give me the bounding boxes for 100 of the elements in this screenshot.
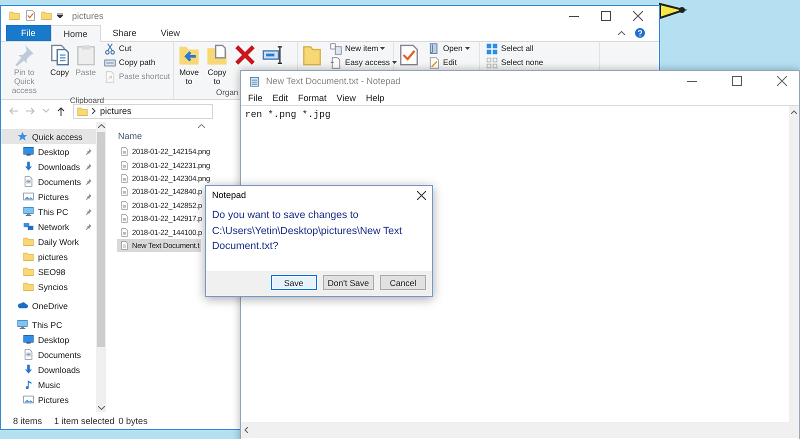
network-icon bbox=[23, 221, 34, 232]
up-arrow-icon[interactable] bbox=[57, 106, 65, 116]
nav-item[interactable]: Quick access bbox=[1, 129, 96, 144]
ribbon-button[interactable]: Open bbox=[427, 42, 471, 55]
ribbon-tab[interactable]: Share bbox=[100, 25, 149, 41]
address-bar[interactable]: pictures bbox=[73, 104, 213, 118]
monitor-icon bbox=[23, 334, 34, 345]
nav-item[interactable]: Documents bbox=[1, 174, 96, 189]
folder-icon bbox=[41, 10, 52, 21]
menu-item[interactable]: View bbox=[332, 93, 360, 103]
clipboard-icon bbox=[74, 44, 97, 66]
folder-icon bbox=[23, 281, 34, 292]
column-header[interactable]: Name bbox=[118, 131, 142, 141]
document-icon bbox=[23, 349, 34, 360]
nav-item[interactable]: Desktop bbox=[1, 332, 96, 347]
group-label: Clipboard bbox=[70, 96, 104, 105]
dialog-title: Notepad bbox=[212, 190, 246, 200]
status-text: 0 bytes bbox=[118, 416, 148, 426]
open-icon bbox=[428, 42, 440, 54]
status-text: 1 item selected bbox=[54, 416, 115, 426]
ribbon-button[interactable]: Select none bbox=[485, 56, 544, 69]
arrow-down-icon bbox=[23, 161, 34, 172]
scrollbar[interactable] bbox=[789, 106, 799, 422]
ribbon-button[interactable]: Select all bbox=[485, 42, 544, 55]
caret-icon[interactable] bbox=[57, 13, 63, 18]
folder-icon bbox=[301, 44, 323, 66]
nav-item[interactable]: pictures bbox=[1, 249, 96, 264]
dialog-button[interactable]: Save bbox=[270, 275, 317, 290]
nav-item[interactable]: SEO98 bbox=[1, 264, 96, 279]
nav-item[interactable]: Downloads bbox=[1, 159, 96, 174]
ribbon-tab[interactable]: File bbox=[6, 25, 51, 41]
rename-icon bbox=[262, 44, 284, 66]
ribbon-button[interactable]: Edit bbox=[427, 56, 471, 69]
folder-icon bbox=[23, 251, 34, 262]
nav-item[interactable]: This PC bbox=[1, 317, 96, 332]
picture-icon bbox=[23, 191, 34, 202]
nav-item[interactable]: Music bbox=[1, 377, 96, 392]
notepad-icon bbox=[249, 76, 260, 86]
nav-item[interactable]: Syncios bbox=[1, 279, 96, 294]
ribbon-button[interactable]: Move to bbox=[176, 42, 202, 87]
scrollbar[interactable] bbox=[241, 422, 799, 438]
help-icon[interactable] bbox=[635, 28, 645, 38]
scissors-icon bbox=[104, 42, 116, 54]
grid-outline-icon bbox=[486, 56, 498, 68]
scroll-left-icon[interactable] bbox=[244, 427, 248, 433]
image-file-icon bbox=[120, 214, 129, 224]
nav-item[interactable]: Documents bbox=[1, 347, 96, 362]
menu-item[interactable]: Edit bbox=[268, 93, 292, 103]
ribbon-tab[interactable]: Home bbox=[50, 25, 101, 42]
arrow-down-icon bbox=[23, 364, 34, 375]
picture-icon bbox=[23, 394, 34, 405]
scrollbar[interactable] bbox=[96, 122, 106, 412]
image-file-icon bbox=[120, 147, 129, 156]
nav-item[interactable]: OneDrive bbox=[1, 298, 96, 313]
label-icon bbox=[104, 56, 116, 68]
chevron-up-icon[interactable] bbox=[618, 31, 625, 35]
nav-item[interactable]: Network bbox=[1, 219, 96, 234]
close-icon[interactable] bbox=[777, 76, 787, 86]
menu-item[interactable]: Help bbox=[362, 93, 388, 103]
nav-item[interactable]: Desktop bbox=[1, 144, 96, 159]
folder-icon bbox=[77, 106, 88, 116]
maximize-icon[interactable] bbox=[732, 76, 742, 86]
scroll-up-icon[interactable] bbox=[98, 124, 104, 128]
checkmark-document-icon bbox=[25, 10, 36, 21]
image-file-icon bbox=[120, 200, 129, 210]
menu-item[interactable]: Format bbox=[294, 93, 331, 103]
ribbon-button[interactable]: Copy bbox=[48, 42, 72, 78]
editor-text[interactable]: ren *.png *.jpg bbox=[245, 109, 331, 120]
dialog-button[interactable]: Cancel bbox=[380, 275, 426, 290]
window-title: pictures bbox=[72, 10, 104, 20]
status-text: 8 items bbox=[13, 416, 42, 426]
dialog-message: Do you want to save changes to C:\Users\Yetin\Desktop\pictures\New Text Document.txt? bbox=[211, 209, 403, 254]
close-icon[interactable] bbox=[417, 190, 426, 200]
menu-item[interactable]: File bbox=[244, 93, 267, 103]
computer-icon bbox=[17, 319, 28, 330]
star-icon bbox=[17, 131, 28, 142]
scroll-down-icon[interactable] bbox=[98, 406, 104, 410]
cloud-icon bbox=[17, 300, 28, 311]
nav-item[interactable]: This PC bbox=[1, 204, 96, 219]
scroll-up-icon[interactable] bbox=[791, 110, 797, 114]
ribbon-button[interactable]: Easy access bbox=[329, 56, 398, 69]
maximize-icon[interactable] bbox=[601, 10, 611, 20]
ribbon-button[interactable]: Cut bbox=[102, 42, 171, 55]
document-icon bbox=[23, 176, 34, 187]
nav-item[interactable]: Pictures bbox=[1, 392, 96, 407]
sort-caret-icon bbox=[198, 124, 205, 128]
ribbon-tab[interactable]: View bbox=[148, 25, 192, 41]
close-icon[interactable] bbox=[633, 10, 643, 20]
nav-item[interactable]: Downloads bbox=[1, 362, 96, 377]
ribbon-button[interactable]: Copy path bbox=[102, 56, 171, 69]
dialog-button[interactable]: Don't Save bbox=[322, 275, 374, 290]
caret-icon bbox=[380, 47, 386, 50]
image-file-icon bbox=[120, 228, 129, 237]
ribbon-button[interactable]: Copy to bbox=[204, 42, 230, 87]
pin-icon bbox=[13, 44, 36, 66]
ribbon-button[interactable]: New item bbox=[329, 42, 398, 55]
nav-item[interactable]: Daily Work bbox=[1, 234, 96, 249]
folder-icon bbox=[9, 10, 20, 21]
delete-icon bbox=[234, 44, 256, 66]
nav-item[interactable]: Pictures bbox=[1, 189, 96, 204]
